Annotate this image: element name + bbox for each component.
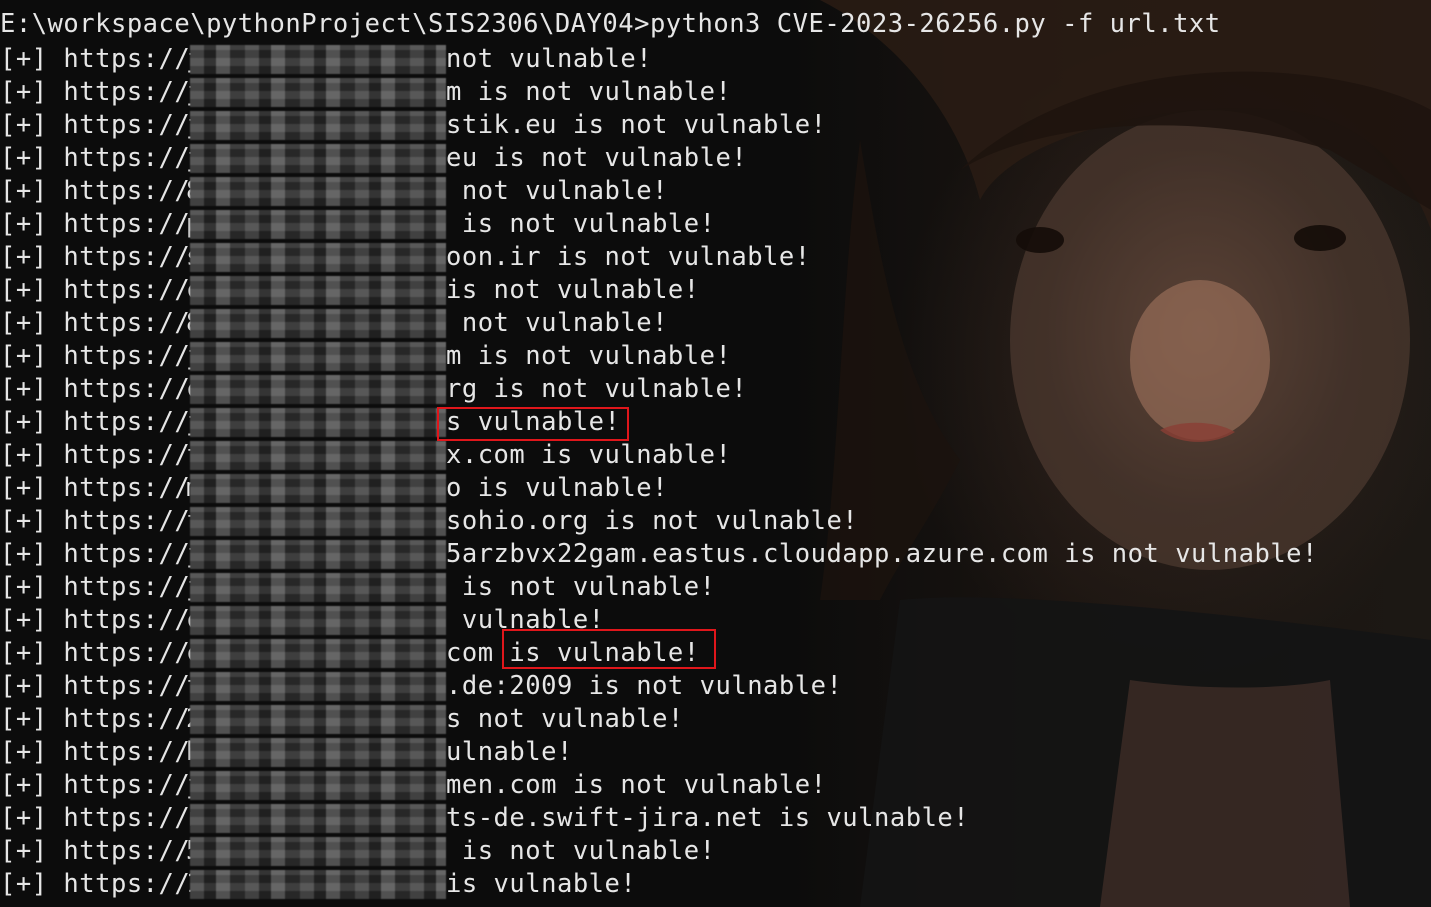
redacted-url bbox=[190, 606, 446, 635]
vulnerable-highlight-box-1 bbox=[437, 407, 629, 441]
redacted-url bbox=[190, 243, 446, 272]
line-prefix: [+] https:// bbox=[0, 440, 191, 470]
redacted-url bbox=[190, 507, 446, 536]
redacted-url bbox=[190, 771, 446, 800]
right-eye bbox=[1294, 225, 1346, 251]
scan-result-text: not vulnable! bbox=[446, 308, 668, 338]
vulnerable-highlight-box-2 bbox=[502, 629, 716, 669]
line-prefix: [+] https:// bbox=[0, 473, 191, 503]
scan-result-text: is not vulnable! bbox=[446, 209, 716, 239]
line-prefix: [+] https:// bbox=[0, 176, 191, 206]
terminal-window[interactable]: E:\workspace\pythonProject\SIS2306\DAY04… bbox=[0, 0, 1431, 907]
line-prefix: [+] https:// bbox=[0, 770, 191, 800]
line-prefix: [+] https:// bbox=[0, 242, 191, 272]
redacted-url bbox=[190, 144, 446, 173]
scan-result-text: is vulnable! bbox=[446, 869, 637, 899]
redacted-url bbox=[190, 837, 446, 866]
line-prefix: [+] https:// bbox=[0, 143, 191, 173]
scan-result-text: 5arzbvx22gam.eastus.cloudapp.azure.com i… bbox=[446, 539, 1318, 569]
redacted-url bbox=[190, 210, 446, 239]
scan-result-text: stik.eu is not vulnable! bbox=[446, 110, 827, 140]
scan-result-text: rg is not vulnable! bbox=[446, 374, 748, 404]
line-prefix: [+] https:// bbox=[0, 275, 191, 305]
line-prefix: [+] https:// bbox=[0, 506, 191, 536]
line-prefix: [+] https:// bbox=[0, 110, 191, 140]
line-prefix: [+] https:// bbox=[0, 836, 191, 866]
scan-result-text: m is not vulnable! bbox=[446, 341, 732, 371]
left-eye bbox=[1016, 227, 1064, 253]
line-prefix: [+] https:// bbox=[0, 341, 191, 371]
line-prefix: [+] https:// bbox=[0, 671, 191, 701]
scan-result-text: sohio.org is not vulnable! bbox=[446, 506, 859, 536]
scan-result-text: x.com is vulnable! bbox=[446, 440, 732, 470]
line-prefix: [+] https:// bbox=[0, 44, 191, 74]
scan-result-text: ts-de.swift-jira.net is vulnable! bbox=[446, 803, 970, 833]
line-prefix: [+] https:// bbox=[0, 374, 191, 404]
redacted-url bbox=[190, 309, 446, 338]
scan-result-text: is not vulnable! bbox=[446, 836, 716, 866]
redacted-url bbox=[190, 375, 446, 404]
scan-result-text: m is not vulnable! bbox=[446, 77, 732, 107]
redacted-url bbox=[190, 804, 446, 833]
redacted-url bbox=[190, 573, 446, 602]
scan-result-text: not vulnable! bbox=[446, 176, 668, 206]
scan-result-text: not vulnable! bbox=[446, 44, 653, 74]
line-prefix: [+] https:// bbox=[0, 539, 191, 569]
line-prefix: [+] https:// bbox=[0, 704, 191, 734]
redacted-url bbox=[190, 177, 446, 206]
redacted-url bbox=[190, 45, 446, 74]
collar-shape bbox=[1100, 680, 1350, 907]
redacted-url bbox=[190, 342, 446, 371]
scan-result-text: oon.ir is not vulnable! bbox=[446, 242, 811, 272]
line-prefix: [+] https:// bbox=[0, 638, 191, 668]
redacted-url bbox=[190, 111, 446, 140]
line-prefix: [+] https:// bbox=[0, 407, 191, 437]
line-prefix: [+] https:// bbox=[0, 869, 191, 899]
redacted-url bbox=[190, 474, 446, 503]
redacted-url bbox=[190, 705, 446, 734]
redacted-url bbox=[190, 78, 446, 107]
redacted-url bbox=[190, 639, 446, 668]
redacted-url bbox=[190, 408, 446, 437]
line-prefix: [+] https:// bbox=[0, 572, 191, 602]
scan-result-text: men.com is not vulnable! bbox=[446, 770, 827, 800]
redacted-url bbox=[190, 276, 446, 305]
scan-result-text: eu is not vulnable! bbox=[446, 143, 748, 173]
scan-result-text: .de:2009 is not vulnable! bbox=[446, 671, 843, 701]
line-prefix: [+] https:// bbox=[0, 605, 191, 635]
command-line: E:\workspace\pythonProject\SIS2306\DAY04… bbox=[0, 9, 1221, 39]
scan-result-text: is not vulnable! bbox=[446, 572, 716, 602]
scan-result-text: o is vulnable! bbox=[446, 473, 668, 503]
face-highlight bbox=[1130, 280, 1270, 440]
line-prefix: [+] https:// bbox=[0, 209, 191, 239]
line-prefix: [+] https:// bbox=[0, 308, 191, 338]
redacted-url bbox=[190, 738, 446, 767]
scan-result-text: ulnable! bbox=[446, 737, 573, 767]
scan-result-text: s not vulnable! bbox=[446, 704, 684, 734]
line-prefix: [+] https:// bbox=[0, 803, 191, 833]
redacted-url bbox=[190, 441, 446, 470]
redacted-url bbox=[190, 870, 446, 899]
redacted-url bbox=[190, 540, 446, 569]
scan-result-text: is not vulnable! bbox=[446, 275, 700, 305]
redacted-url bbox=[190, 672, 446, 701]
line-prefix: [+] https:// bbox=[0, 737, 191, 767]
line-prefix: [+] https:// bbox=[0, 77, 191, 107]
